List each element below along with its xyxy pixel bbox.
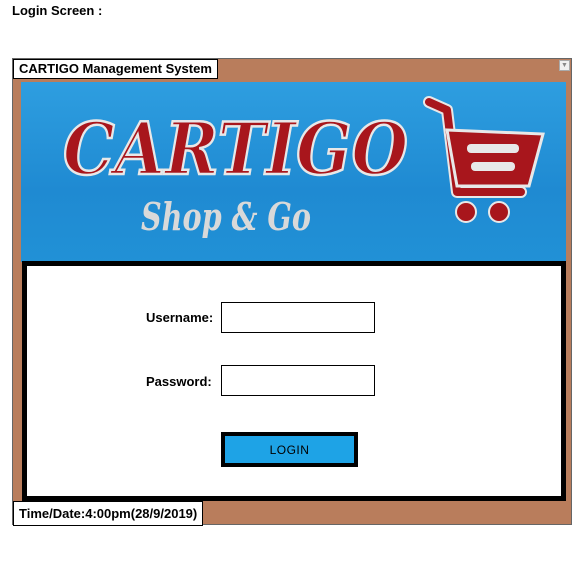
- username-input[interactable]: [221, 302, 375, 333]
- window-title: CARTIGO Management System: [13, 59, 218, 79]
- shopping-cart-icon: [423, 96, 545, 223]
- logo-text: CARTIGO: [63, 106, 408, 191]
- login-button[interactable]: LOGIN: [221, 432, 358, 467]
- password-label: Password:: [146, 374, 212, 389]
- page-heading: Login Screen :: [12, 3, 103, 18]
- chevron-down-icon[interactable]: ▼: [559, 60, 570, 71]
- login-form: Username: Password: LOGIN: [22, 261, 566, 501]
- app-window: CARTIGO Management System ▼ CARTIGO Shop…: [12, 58, 572, 526]
- logo-graphic: CARTIGO Shop & Go: [62, 96, 545, 239]
- password-input[interactable]: [221, 365, 375, 396]
- username-label: Username:: [146, 310, 214, 325]
- logo-banner: CARTIGO Shop & Go: [21, 82, 566, 262]
- datetime-status: Time/Date:4:00pm(28/9/2019): [13, 501, 204, 526]
- logo-tagline: Shop & Go: [141, 194, 311, 239]
